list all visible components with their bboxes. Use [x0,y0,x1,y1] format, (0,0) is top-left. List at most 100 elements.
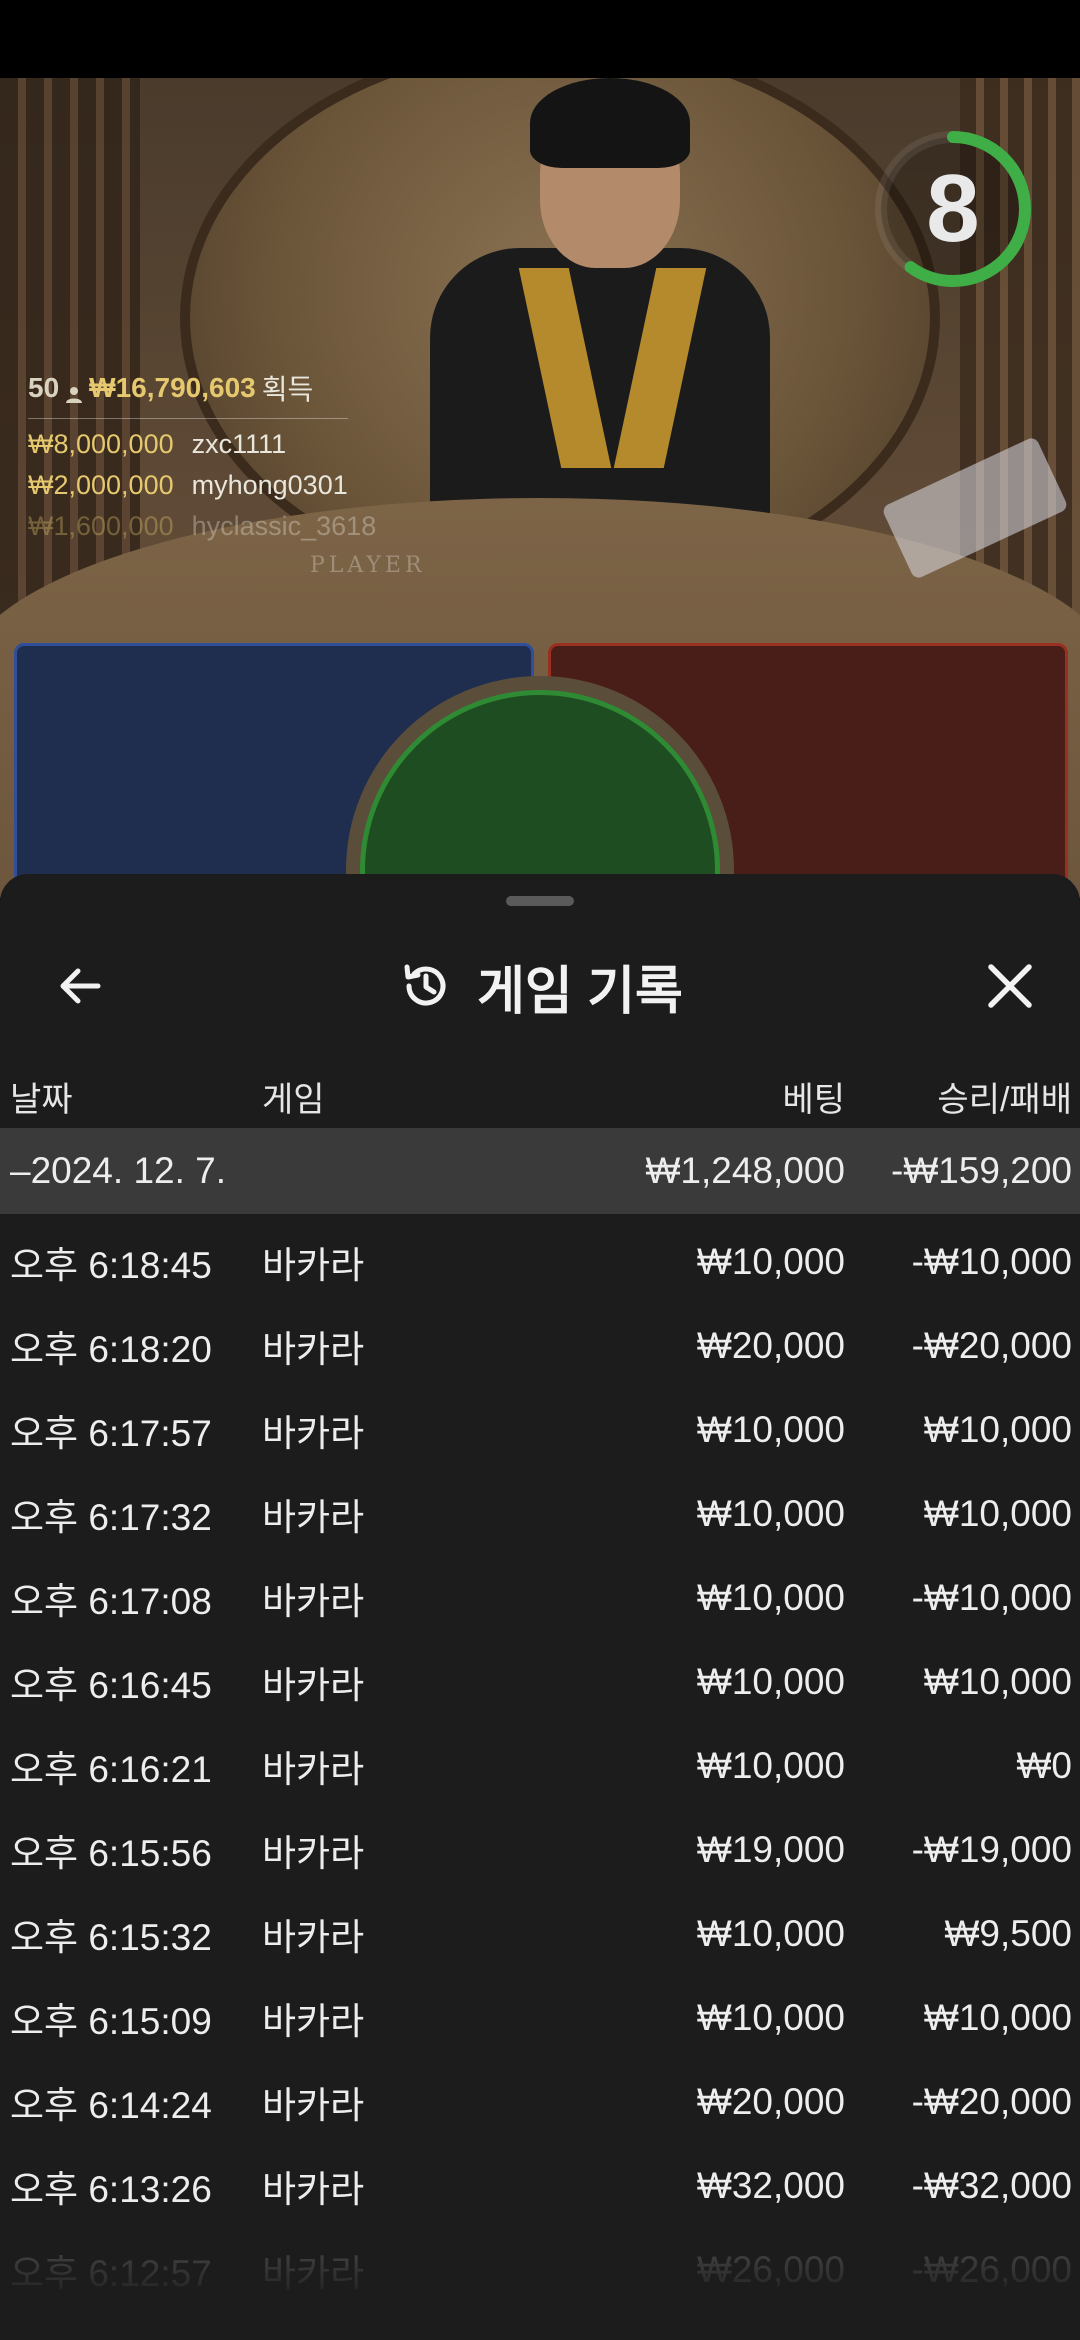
countdown-timer: 8 [868,124,1038,294]
row-result: -₩19,000 [911,1829,1072,1870]
sheet-title: 게임 기록 [477,962,683,1021]
player-count: 50 [28,372,60,403]
column-header-game[interactable]: 게임 [262,1072,325,1121]
row-bet: ₩10,000 [696,1409,845,1450]
column-header-bet[interactable]: 베팅 [782,1072,845,1121]
row-game: 바카라 [262,2085,365,2126]
winner-name: zxc1111 [191,429,287,459]
winner-row: ₩8,000,000 zxc1111 [28,429,376,460]
row-bet: ₩10,000 [696,1997,845,2038]
row-result: -₩32,000 [911,2165,1072,2206]
sheet-header: 게임 기록 [0,924,1080,1044]
row-bet: ₩19,000 [696,1829,845,1870]
row-time: 오후 6:17:08 [10,1581,212,1622]
list-fade [0,2220,1080,2340]
row-result: -₩20,000 [911,2081,1072,2122]
row-bet: ₩10,000 [696,1913,845,1954]
row-result: -₩10,000 [911,1577,1072,1618]
table-player-text: PLAYER [310,553,426,578]
winner-name: hyclassic_3618 [191,511,377,541]
status-bar [0,0,1080,78]
row-game: 바카라 [262,1665,365,1706]
winner-name: myhong0301 [191,470,348,500]
row-time: 오후 6:14:24 [10,2085,212,2126]
date-summary-row[interactable]: –2024. 12. 7. ₩1,248,000 -₩159,200 [0,1128,1080,1214]
table-row[interactable]: 오후 6:13:26 바카라 ₩32,000 -₩32,000 [0,2144,1080,2228]
history-icon [404,964,446,1006]
table-row[interactable]: 오후 6:15:32 바카라 ₩10,000 ₩9,500 [0,1892,1080,1976]
live-video[interactable]: PLAYER 50 ₩16,790,603 획득 ₩8,000,000 zxc1… [0,78,1080,898]
row-bet: ₩20,000 [696,2081,845,2122]
row-game: 바카라 [262,1497,365,1538]
row-game: 바카라 [262,2001,365,2042]
table-row[interactable]: 오후 6:17:57 바카라 ₩10,000 ₩10,000 [0,1388,1080,1472]
row-result: ₩10,000 [923,1997,1072,2038]
row-time: 오후 6:18:20 [10,1329,212,1370]
winner-amount: ₩8,000,000 [28,429,174,459]
table-row[interactable]: 오후 6:17:32 바카라 ₩10,000 ₩10,000 [0,1472,1080,1556]
row-result: -₩10,000 [911,1241,1072,1282]
row-time: 오후 6:16:45 [10,1665,212,1706]
decor-panel-left [0,78,140,638]
table-row[interactable]: 오후 6:16:45 바카라 ₩10,000 ₩10,000 [0,1640,1080,1724]
table-row[interactable]: 오후 6:14:24 바카라 ₩20,000 -₩20,000 [0,2060,1080,2144]
table-row[interactable]: 오후 6:15:09 바카라 ₩10,000 ₩10,000 [0,1976,1080,2060]
row-bet: ₩10,000 [696,1493,845,1534]
row-game: 바카라 [262,1245,365,1286]
row-result: ₩9,500 [944,1913,1072,1954]
row-result: ₩10,000 [923,1409,1072,1450]
row-result: ₩10,000 [923,1493,1072,1534]
drag-handle[interactable] [506,896,574,906]
row-game: 바카라 [262,1581,365,1622]
row-bet: ₩20,000 [696,1325,845,1366]
close-button[interactable] [970,946,1050,1026]
table-row[interactable]: 오후 6:18:45 바카라 ₩10,000 -₩10,000 [0,1220,1080,1304]
row-result: ₩0 [1016,1745,1073,1786]
winner-amount: ₩2,000,000 [28,470,174,500]
row-game: 바카라 [262,1749,365,1790]
table-row[interactable]: 오후 6:16:21 바카라 ₩10,000 ₩0 [0,1724,1080,1808]
table-header: 날짜 게임 베팅 승리/패배 [0,1052,1080,1132]
row-game: 바카라 [262,1329,365,1370]
summary-result: -₩159,200 [891,1150,1072,1191]
history-list[interactable]: 오후 6:18:45 바카라 ₩10,000 -₩10,000 오후 6:18:20 바카… [0,1220,1080,2312]
row-bet: ₩10,000 [696,1577,845,1618]
user-icon [65,379,83,403]
row-bet: ₩10,000 [696,1661,845,1702]
row-time: 오후 6:15:56 [10,1833,212,1874]
row-time: 오후 6:15:09 [10,2001,212,2042]
row-result: ₩10,000 [923,1661,1072,1702]
row-time: 오후 6:13:26 [10,2169,212,2210]
sheet-title-wrap: 게임 기록 [0,946,1080,1026]
row-time: 오후 6:17:57 [10,1413,212,1454]
row-time: 오후 6:17:32 [10,1497,212,1538]
winner-row: ₩1,600,000 hyclassic_3618 [28,511,376,542]
row-game: 바카라 [262,1917,365,1958]
winners-summary: 50 ₩16,790,603 획득 [28,368,348,419]
row-result: -₩20,000 [911,1325,1072,1366]
row-bet: ₩32,000 [696,2165,845,2206]
table-row[interactable]: 오후 6:18:20 바카라 ₩20,000 -₩20,000 [0,1304,1080,1388]
row-game: 바카라 [262,1833,365,1874]
winner-amount: ₩1,600,000 [28,511,174,541]
row-time: 오후 6:16:21 [10,1749,212,1790]
winners-overlay: 50 ₩16,790,603 획득 ₩8,000,000 zxc1111 ₩2,… [28,368,376,542]
row-bet: ₩10,000 [696,1745,845,1786]
winner-row: ₩2,000,000 myhong0301 [28,470,376,501]
row-game: 바카라 [262,1413,365,1454]
table-row[interactable]: 오후 6:15:56 바카라 ₩19,000 -₩19,000 [0,1808,1080,1892]
row-time: 오후 6:18:45 [10,1245,212,1286]
column-header-date[interactable]: 날짜 [10,1072,73,1121]
summary-bet: ₩1,248,000 [645,1150,845,1191]
timer-value: 8 [926,155,980,262]
row-bet: ₩10,000 [696,1241,845,1282]
game-history-sheet: 게임 기록 날짜 게임 베팅 승리/패배 –2024. 12. 7. ₩1,24… [0,874,1080,2340]
column-header-result[interactable]: 승리/패배 [937,1072,1072,1121]
close-icon [988,964,1032,1008]
total-winnings: ₩16,790,603 [89,372,256,403]
winnings-label: 획득 [261,374,314,405]
row-game: 바카라 [262,2169,365,2210]
row-time: 오후 6:15:32 [10,1917,212,1958]
table-row[interactable]: 오후 6:17:08 바카라 ₩10,000 -₩10,000 [0,1556,1080,1640]
summary-date: –2024. 12. 7. [10,1150,227,1191]
